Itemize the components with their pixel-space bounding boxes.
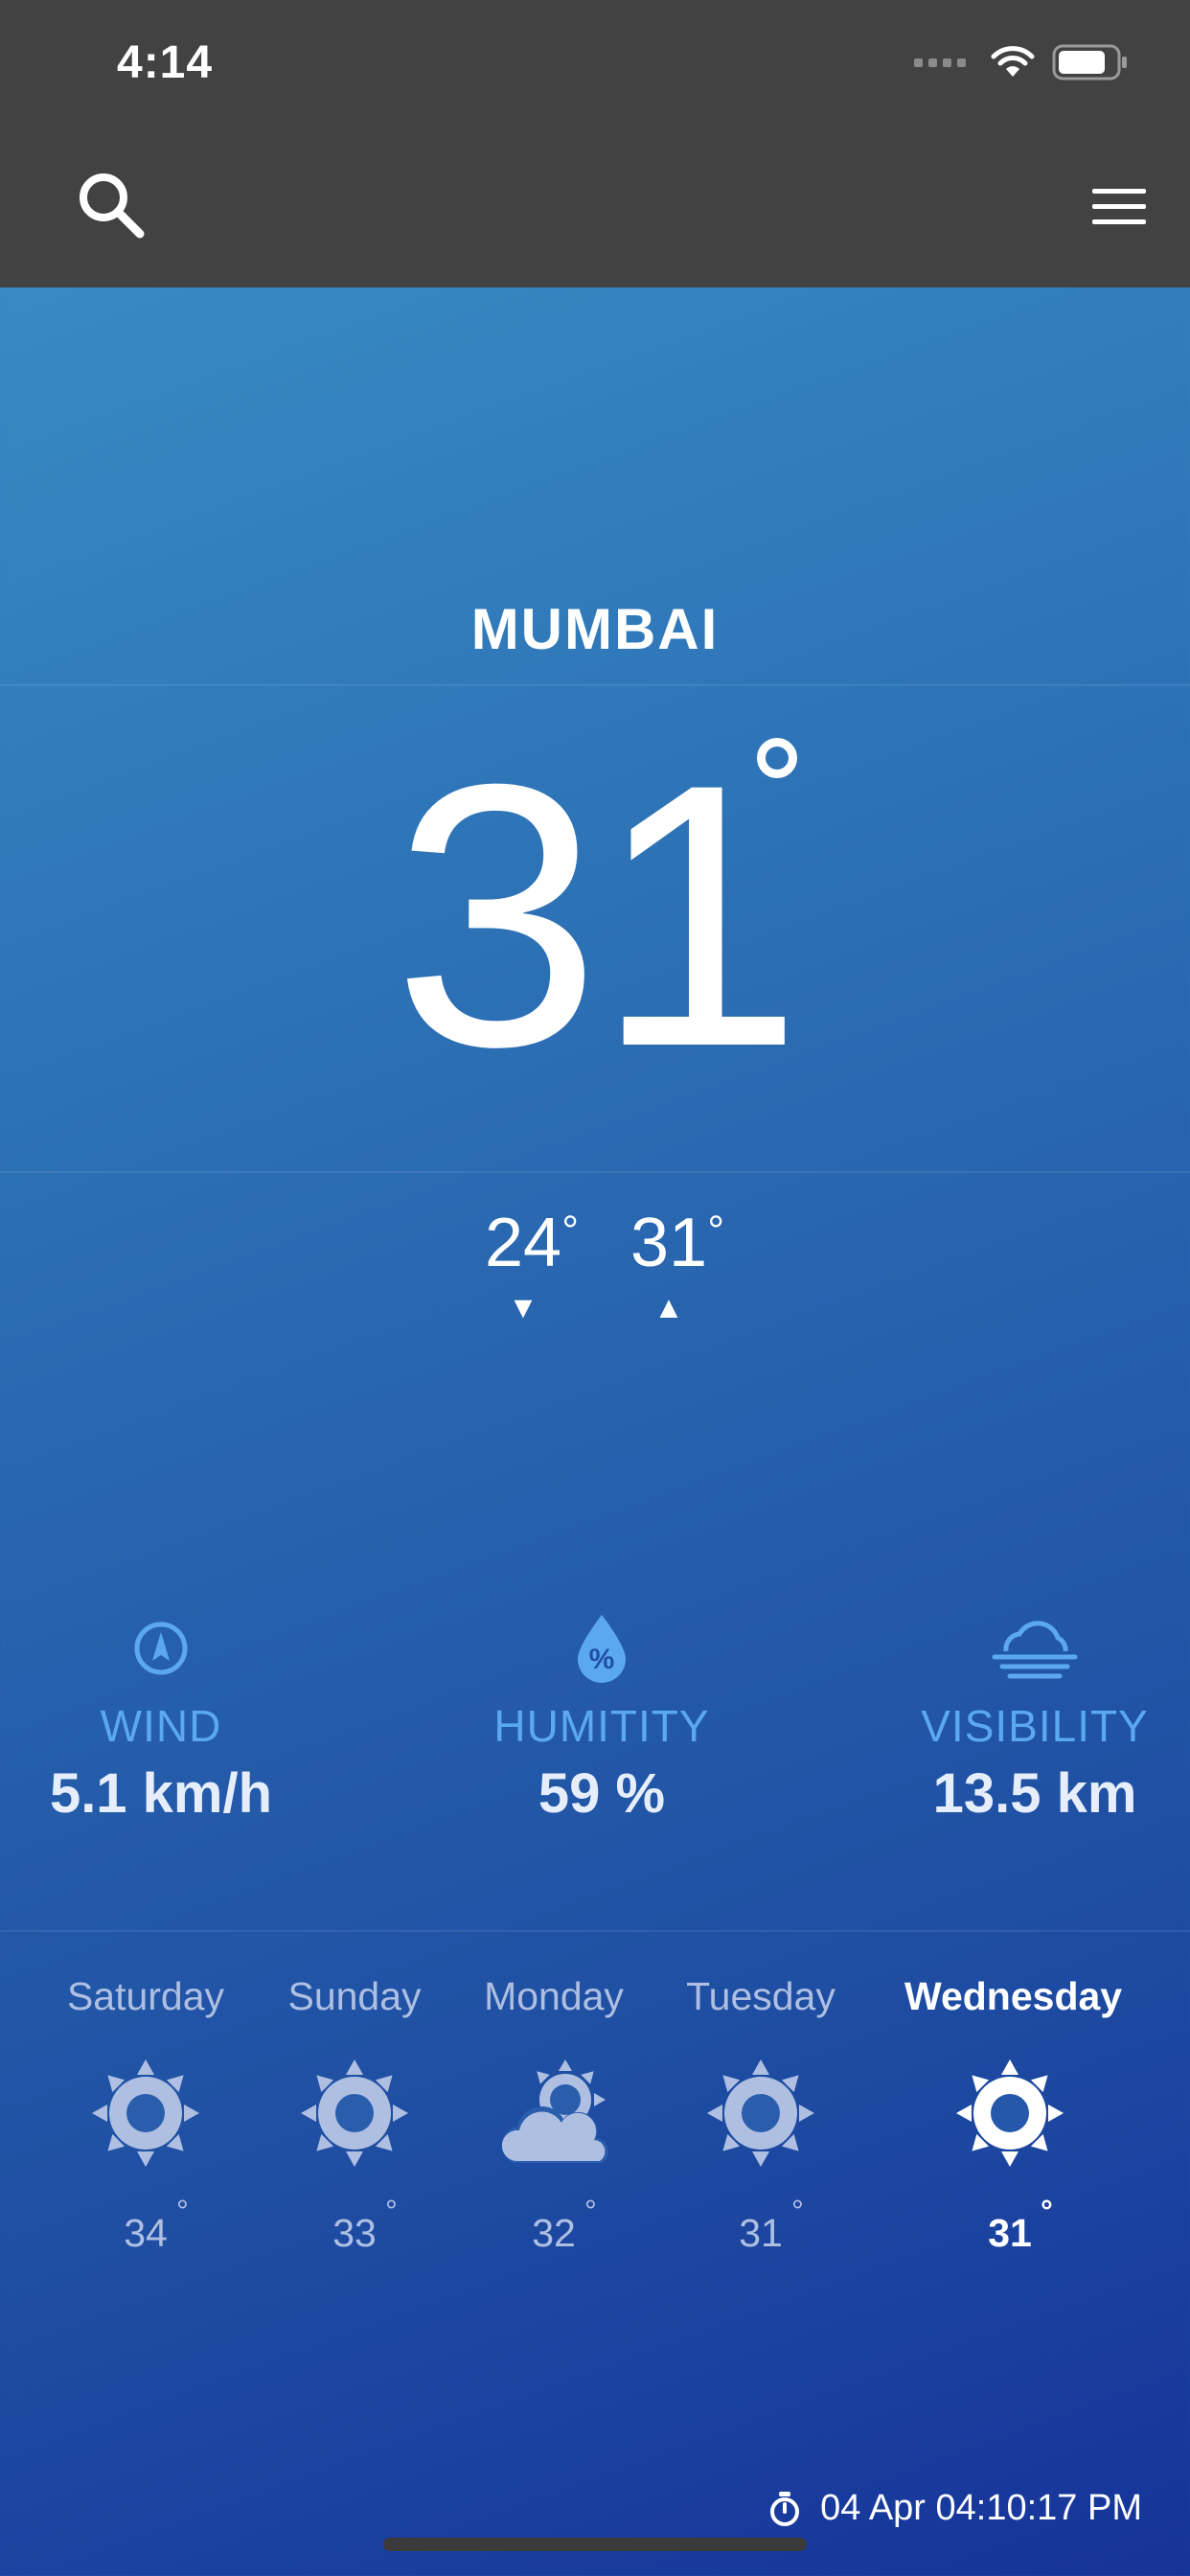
min-max-temperature: 24 ° ▼ 31 ° ▲	[0, 1204, 1190, 1338]
humidity-stat: % HUMITITY 59 %	[429, 1610, 774, 1826]
min-temperature: 24 ° ▼	[456, 1204, 590, 1325]
hamburger-menu-icon	[1092, 189, 1146, 224]
top-bar: 4:14	[0, 0, 1190, 288]
max-temp-degree: °	[707, 1208, 724, 1254]
forecast-temp: 31 °	[988, 2194, 1053, 2256]
humidity-label: HUMITITY	[493, 1701, 710, 1751]
status-icons	[914, 44, 1129, 80]
down-arrow-icon: ▼	[508, 1290, 538, 1324]
forecast-temp-degree: °	[791, 2194, 804, 2228]
sun-icon	[40, 2054, 251, 2173]
forecast-temp-degree: °	[385, 2194, 398, 2228]
forecast-temp-degree: °	[1041, 2194, 1053, 2228]
degree-symbol	[757, 738, 797, 778]
divider	[0, 1930, 1190, 1932]
forecast-temp-value: 31	[988, 2211, 1032, 2255]
search-icon	[80, 173, 145, 239]
search-button[interactable]	[77, 171, 146, 240]
forecast-day-sunday[interactable]: Sunday 33 °	[249, 1974, 460, 2256]
humidity-drop-icon: %	[429, 1610, 774, 1687]
forecast-temp: 33 °	[332, 2194, 398, 2256]
forecast-temp-degree: °	[584, 2194, 597, 2228]
visibility-label: VISIBILITY	[921, 1701, 1149, 1751]
divider	[0, 1171, 1190, 1173]
last-updated: 04 Apr 04:10:17 PM	[768, 2488, 1142, 2529]
home-indicator[interactable]	[383, 2538, 807, 2551]
forecast-temp-value: 33	[332, 2211, 377, 2255]
menu-button[interactable]	[1090, 186, 1148, 228]
humidity-value: 59 %	[538, 1762, 666, 1825]
forecast-day-monday[interactable]: Monday 32 °	[448, 1974, 659, 2256]
city-name: MUMBAI	[470, 597, 720, 661]
forecast-day-name: Sunday	[287, 1974, 422, 2018]
max-temperature: 31 ° ▲	[602, 1204, 736, 1325]
forecast-temp: 34 °	[124, 2194, 189, 2256]
battery-icon	[1052, 44, 1127, 80]
partly-cloudy-icon	[448, 2054, 659, 2173]
up-arrow-icon: ▲	[653, 1290, 684, 1324]
forecast-day-name: Monday	[484, 1974, 624, 2018]
forecast-temp: 32 °	[532, 2194, 597, 2256]
wind-value: 5.1 km/h	[49, 1762, 273, 1825]
sun-icon	[249, 2054, 460, 2173]
wifi-icon	[991, 46, 1035, 77]
min-temp-degree: °	[561, 1208, 579, 1254]
forecast-temp-value: 32	[532, 2211, 576, 2255]
sun-icon	[904, 2054, 1115, 2173]
forecast-temp-value: 31	[739, 2211, 783, 2255]
compass-icon	[0, 1610, 333, 1687]
svg-text:%: %	[589, 1644, 615, 1675]
cellular-signal-icon	[914, 58, 966, 67]
forecast-day-name: Tuesday	[686, 1974, 835, 2018]
sun-icon	[655, 2054, 866, 2173]
divider	[0, 684, 1190, 686]
status-time: 4:14	[117, 37, 214, 88]
last-updated-text: 04 Apr 04:10:17 PM	[820, 2488, 1142, 2528]
wind-label: WIND	[100, 1701, 222, 1751]
forecast-row: Saturday 34 ° Sunday 33 ° Monday 32 ° Tu…	[0, 1974, 1190, 2319]
forecast-day-wednesday[interactable]: Wednesday 31 °	[904, 1974, 1123, 2256]
wind-stat: WIND 5.1 km/h	[0, 1610, 333, 1826]
forecast-day-name: Wednesday	[904, 1974, 1123, 2018]
min-temp-value: 24	[484, 1205, 562, 1281]
forecast-temp-value: 34	[124, 2211, 168, 2255]
forecast-temp-degree: °	[176, 2194, 189, 2228]
fog-icon	[862, 1610, 1190, 1687]
forecast-day-saturday[interactable]: Saturday 34 °	[40, 1974, 251, 2256]
weather-stats: WIND 5.1 km/h % HUMITITY 59 % VISIBILITY…	[0, 1610, 1190, 1869]
forecast-day-tuesday[interactable]: Tuesday 31 °	[655, 1974, 866, 2256]
max-temp-value: 31	[629, 1205, 708, 1281]
visibility-stat: VISIBILITY 13.5 km	[862, 1610, 1190, 1826]
forecast-day-name: Saturday	[66, 1974, 225, 2018]
visibility-value: 13.5 km	[932, 1762, 1137, 1825]
forecast-temp: 31 °	[739, 2194, 804, 2256]
current-temperature: 31	[393, 706, 803, 1124]
timer-icon	[770, 2491, 800, 2526]
